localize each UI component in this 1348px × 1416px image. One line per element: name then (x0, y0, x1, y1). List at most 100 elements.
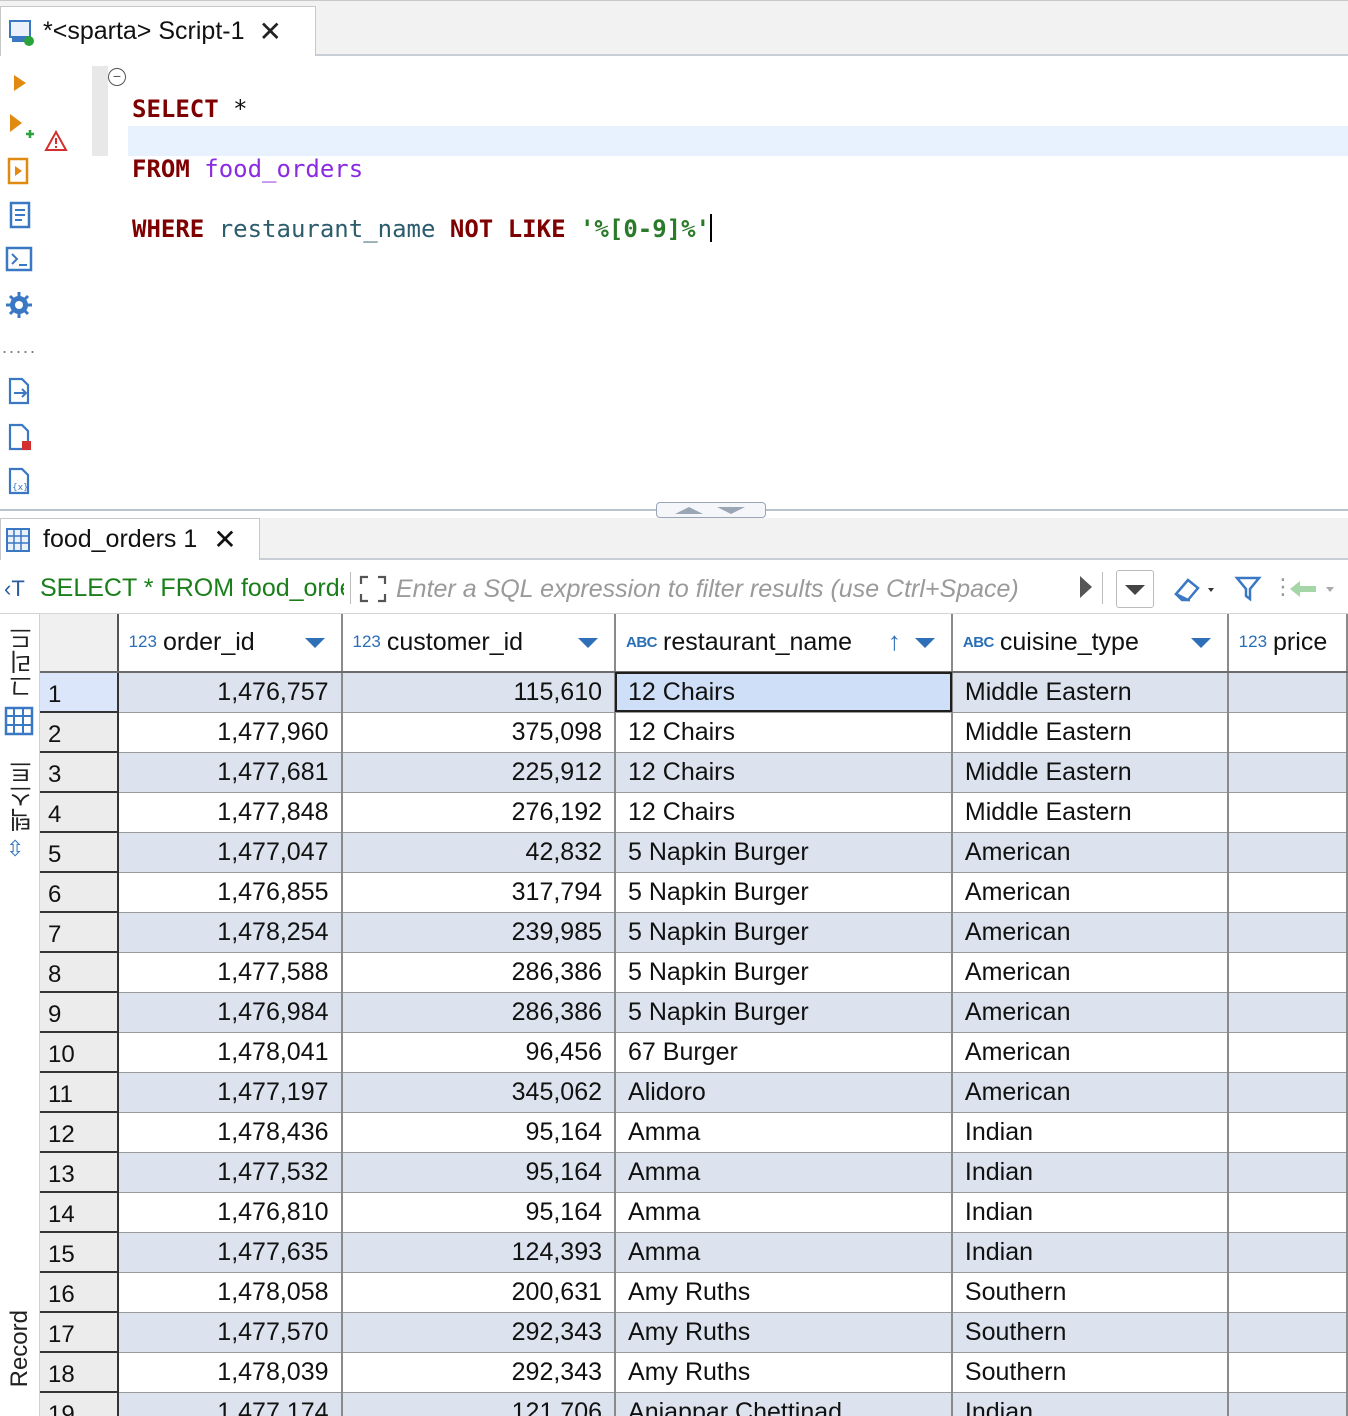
apply-filter-icon[interactable] (1080, 576, 1092, 598)
cell-restaurant-name[interactable]: 5 Napkin Burger (615, 912, 953, 953)
column-menu-icon[interactable] (914, 638, 935, 648)
cell-cuisine-type[interactable]: Indian (951, 1232, 1229, 1273)
table-row[interactable]: 13 1,477,532 95,164 Amma Indian (40, 1152, 1348, 1193)
cell-customer-id[interactable]: 121,706 (341, 1392, 617, 1416)
table-row[interactable]: 5 1,477,047 42,832 5 Napkin Burger American (40, 832, 1348, 873)
cell-restaurant-name[interactable]: Amma (615, 1112, 953, 1153)
cell-order-id[interactable]: 1,477,848 (117, 792, 343, 833)
cell-restaurant-name[interactable]: 12 Chairs (615, 712, 953, 753)
cell-order-id[interactable]: 1,478,041 (117, 1032, 343, 1073)
cell-price[interactable] (1227, 1232, 1348, 1273)
row-number-cell[interactable]: 9 (40, 992, 119, 1033)
cell-price[interactable] (1227, 1392, 1348, 1416)
cell-restaurant-name[interactable]: Anjappar Chettinad (615, 1392, 953, 1416)
row-number-cell[interactable]: 6 (40, 872, 119, 913)
cell-customer-id[interactable]: 345,062 (341, 1072, 617, 1113)
cell-order-id[interactable]: 1,478,436 (117, 1112, 343, 1153)
cell-customer-id[interactable]: 200,631 (341, 1272, 617, 1313)
cell-customer-id[interactable]: 276,192 (341, 792, 617, 833)
terminal-button[interactable] (4, 244, 34, 274)
column-menu-icon[interactable] (304, 638, 325, 648)
cell-order-id[interactable]: 1,477,681 (117, 752, 343, 793)
cell-customer-id[interactable]: 225,912 (341, 752, 617, 793)
cell-price[interactable] (1227, 1272, 1348, 1313)
cell-cuisine-type[interactable]: American (951, 952, 1229, 993)
cell-order-id[interactable]: 1,478,039 (117, 1352, 343, 1393)
settings-button[interactable] (4, 290, 34, 320)
cell-customer-id[interactable]: 124,393 (341, 1232, 617, 1273)
column-header-customer-id[interactable]: 123 customer_id (341, 614, 617, 673)
table-row[interactable]: 7 1,478,254 239,985 5 Napkin Burger American (40, 912, 1348, 953)
table-row[interactable]: 19 1,477,174 121,706 Anjappar Chettinad Indi… (40, 1392, 1348, 1416)
grid-view-icon[interactable] (4, 706, 34, 736)
row-number-cell[interactable]: 19 (40, 1392, 119, 1416)
row-number-cell[interactable]: 13 (40, 1152, 119, 1193)
row-number-cell[interactable]: 14 (40, 1192, 119, 1233)
tab-script-1[interactable]: *<sparta> Script-1 ✕ (0, 6, 316, 56)
cell-price[interactable] (1227, 1312, 1348, 1353)
cell-price[interactable] (1227, 872, 1348, 913)
expand-icon[interactable] (358, 574, 388, 604)
cell-price[interactable] (1227, 1192, 1348, 1233)
column-header-price[interactable]: 123 price (1227, 614, 1348, 673)
row-number-cell[interactable]: 2 (40, 712, 119, 753)
cell-order-id[interactable]: 1,476,855 (117, 872, 343, 913)
cell-restaurant-name[interactable]: 12 Chairs (615, 752, 953, 793)
cell-order-id[interactable]: 1,477,570 (117, 1312, 343, 1353)
cell-order-id[interactable]: 1,478,254 (117, 912, 343, 953)
cell-restaurant-name[interactable]: Amy Ruths (615, 1312, 953, 1353)
sql-editor[interactable]: SELECT * FROM food_orders WHERE restaura… (132, 64, 713, 274)
row-number-cell[interactable]: 12 (40, 1112, 119, 1153)
cell-price[interactable] (1227, 832, 1348, 873)
cell-cuisine-type[interactable]: Indian (951, 1392, 1229, 1416)
row-number-cell[interactable]: 17 (40, 1312, 119, 1353)
cell-cuisine-type[interactable]: Middle Eastern (951, 752, 1229, 793)
cell-cuisine-type[interactable]: Southern (951, 1352, 1229, 1393)
cell-restaurant-name[interactable]: Amy Ruths (615, 1352, 953, 1393)
cell-restaurant-name[interactable]: 12 Chairs (615, 792, 953, 833)
row-number-cell[interactable]: 15 (40, 1232, 119, 1273)
table-row[interactable]: 1 1,476,757 115,610 12 Chairs Middle Eastern (40, 672, 1348, 713)
execute-statement-button[interactable] (4, 68, 34, 98)
close-icon[interactable]: ✕ (213, 525, 236, 554)
execute-script-button[interactable] (4, 156, 34, 186)
more-actions-button[interactable]: ····· (2, 336, 36, 366)
cell-price[interactable] (1227, 672, 1348, 713)
cell-cuisine-type[interactable]: Southern (951, 1312, 1229, 1353)
cell-cuisine-type[interactable]: American (951, 832, 1229, 873)
cell-order-id[interactable]: 1,477,635 (117, 1232, 343, 1273)
splitter-handle[interactable] (656, 502, 766, 518)
explain-plan-button[interactable] (4, 200, 34, 230)
cell-order-id[interactable]: 1,477,197 (117, 1072, 343, 1113)
cell-restaurant-name[interactable]: Amma (615, 1192, 953, 1233)
cell-cuisine-type[interactable]: Southern (951, 1272, 1229, 1313)
cell-price[interactable] (1227, 912, 1348, 953)
table-row[interactable]: 8 1,477,588 286,386 5 Napkin Burger American (40, 952, 1348, 993)
cell-customer-id[interactable]: 95,164 (341, 1192, 617, 1233)
column-menu-icon[interactable] (578, 638, 599, 648)
filter-funnel-icon[interactable] (1234, 574, 1262, 602)
table-row[interactable]: 10 1,478,041 96,456 67 Burger American (40, 1032, 1348, 1073)
row-number-cell[interactable]: 11 (40, 1072, 119, 1113)
cell-cuisine-type[interactable]: Indian (951, 1192, 1229, 1233)
table-row[interactable]: 16 1,478,058 200,631 Amy Ruths Southern (40, 1272, 1348, 1313)
cell-order-id[interactable]: 1,477,960 (117, 712, 343, 753)
text-view-tab[interactable]: 텍스트 (6, 760, 41, 832)
export-button[interactable] (4, 376, 34, 406)
cell-restaurant-name[interactable]: 5 Napkin Burger (615, 952, 953, 993)
cell-order-id[interactable]: 1,477,047 (117, 832, 343, 873)
cell-price[interactable] (1227, 792, 1348, 833)
cell-customer-id[interactable]: 292,343 (341, 1352, 617, 1393)
row-number-cell[interactable]: 1 (40, 672, 119, 713)
results-grid[interactable]: 123 order_id 123 customer_id ABC restaurant… (40, 614, 1348, 1416)
cell-price[interactable] (1227, 712, 1348, 753)
text-view-icon[interactable]: ⇳ (6, 836, 24, 862)
cell-order-id[interactable]: 1,476,810 (117, 1192, 343, 1233)
cell-customer-id[interactable]: 375,098 (341, 712, 617, 753)
row-number-header[interactable] (40, 614, 119, 673)
cell-restaurant-name[interactable]: 5 Napkin Burger (615, 992, 953, 1033)
cell-cuisine-type[interactable]: Indian (951, 1152, 1229, 1193)
cell-customer-id[interactable]: 239,985 (341, 912, 617, 953)
cell-price[interactable] (1227, 992, 1348, 1033)
cell-price[interactable] (1227, 1072, 1348, 1113)
